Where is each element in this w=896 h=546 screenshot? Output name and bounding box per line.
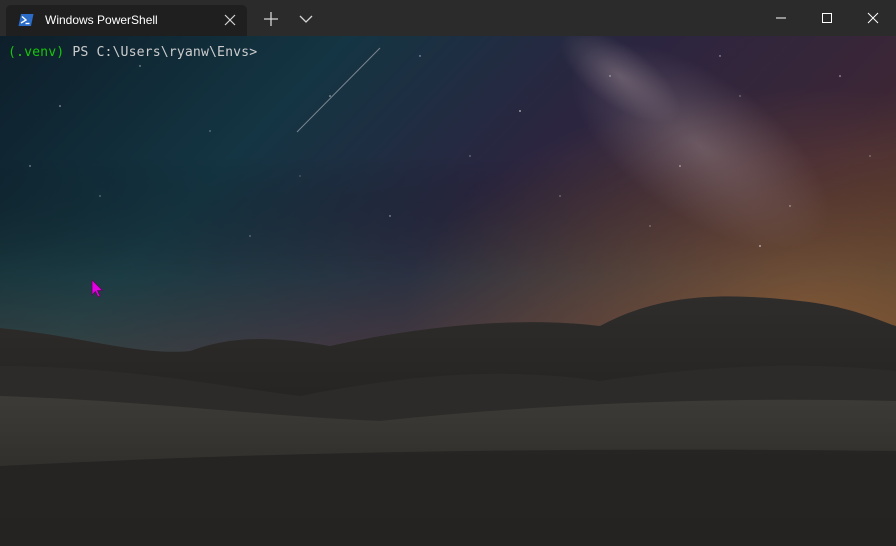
new-tab-button[interactable] <box>258 8 284 30</box>
tab-close-icon[interactable] <box>223 13 237 27</box>
maximize-icon <box>822 13 832 23</box>
prompt-text: PS C:\Users\ryanw\Envs> <box>64 45 258 60</box>
minimize-button[interactable] <box>758 0 804 36</box>
tab-dropdown-button[interactable] <box>294 8 318 30</box>
prompt-line[interactable]: (.venv) PS C:\Users\ryanw\Envs> <box>8 45 257 60</box>
close-window-button[interactable] <box>850 0 896 36</box>
mouse-pointer-icon <box>91 279 105 299</box>
terminal-window: Windows PowerShell (.venv) PS C:\Users\r… <box>0 0 896 546</box>
minimize-icon <box>776 17 786 19</box>
chevron-down-icon <box>294 15 318 34</box>
tab-windows-powershell[interactable]: Windows PowerShell <box>6 5 247 36</box>
plus-icon <box>258 12 284 34</box>
wallpaper-background <box>0 36 896 546</box>
tab-title: Windows PowerShell <box>45 13 158 27</box>
powershell-icon <box>18 13 34 27</box>
close-icon <box>867 12 879 24</box>
title-bar[interactable]: Windows PowerShell <box>0 0 896 36</box>
maximize-button[interactable] <box>804 0 850 36</box>
terminal-pane[interactable]: (.venv) PS C:\Users\ryanw\Envs> <box>0 36 896 546</box>
venv-indicator: (.venv) <box>8 45 65 60</box>
